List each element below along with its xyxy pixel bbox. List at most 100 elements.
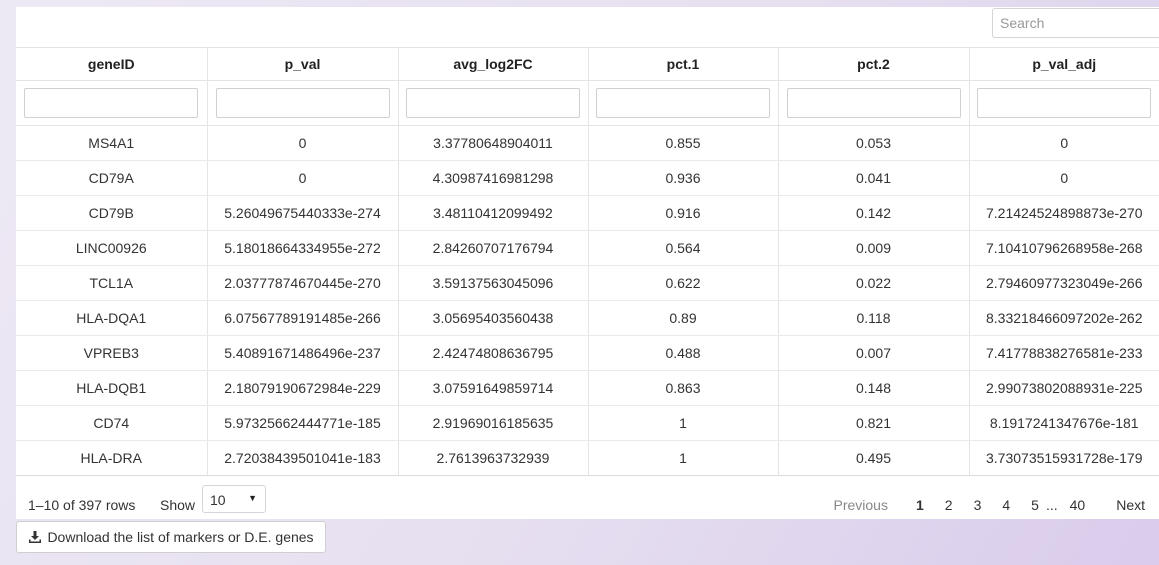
cell-geneid: CD74 xyxy=(16,405,208,441)
pagination-page-4[interactable]: 4 xyxy=(1002,497,1010,513)
table-row: CD79B 5.26049675440333e-274 3.4811041209… xyxy=(16,195,1159,231)
cell-avg-log2fc: 3.37780648904011 xyxy=(398,125,589,161)
markers-table-panel: geneID p_val avg_log2FC pct.1 pct.2 p_va… xyxy=(16,7,1159,519)
cell-pct-1: 1 xyxy=(588,405,779,441)
filter-input-pct-2[interactable] xyxy=(786,88,961,118)
cell-geneid: MS4A1 xyxy=(16,125,208,161)
filter-input-p-val[interactable] xyxy=(215,88,390,118)
rows-info: 1–10 of 397 rows xyxy=(28,497,136,513)
cell-p-val-adj: 2.99073802088931e-225 xyxy=(969,370,1159,406)
search-input[interactable] xyxy=(992,8,1159,38)
cell-p-val: 2.72038439501041e-183 xyxy=(207,440,399,476)
cell-p-val: 6.07567789191485e-266 xyxy=(207,300,399,336)
cell-pct-1: 0.855 xyxy=(588,125,779,161)
cell-p-val-adj: 0 xyxy=(969,160,1159,196)
table-row: HLA-DQA1 6.07567789191485e-266 3.0569540… xyxy=(16,300,1159,336)
column-header-pct-2[interactable]: pct.2 xyxy=(778,47,970,81)
cell-p-val: 0 xyxy=(207,160,399,196)
cell-p-val-adj: 0 xyxy=(969,125,1159,161)
cell-pct-1: 0.622 xyxy=(588,265,779,301)
table-body: MS4A1 0 3.37780648904011 0.855 0.053 0 C… xyxy=(16,125,1159,476)
cell-p-val: 0 xyxy=(207,125,399,161)
cell-geneid: VPREB3 xyxy=(16,335,208,371)
download-button-label: Download the list of markers or D.E. gen… xyxy=(47,529,314,545)
cell-pct-1: 0.488 xyxy=(588,335,779,371)
page-size-select[interactable]: 10 ▼ xyxy=(202,485,266,513)
page-size-value: 10 xyxy=(210,492,226,508)
column-header-avg-log2fc[interactable]: avg_log2FC xyxy=(398,47,589,81)
cell-avg-log2fc: 2.91969016185635 xyxy=(398,405,589,441)
table-row: LINC00926 5.18018664334955e-272 2.842607… xyxy=(16,230,1159,266)
cell-pct-2: 0.148 xyxy=(778,370,970,406)
cell-pct-1: 1 xyxy=(588,440,779,476)
cell-pct-2: 0.007 xyxy=(778,335,970,371)
cell-pct-2: 0.041 xyxy=(778,160,970,196)
cell-avg-log2fc: 3.59137563045096 xyxy=(398,265,589,301)
cell-p-val: 5.40891671486496e-237 xyxy=(207,335,399,371)
column-header-p-val-adj[interactable]: p_val_adj xyxy=(969,47,1159,81)
column-header-p-val[interactable]: p_val xyxy=(207,47,399,81)
download-icon xyxy=(29,531,42,543)
filter-input-pct-1[interactable] xyxy=(596,88,770,118)
cell-pct-2: 0.022 xyxy=(778,265,970,301)
cell-p-val-adj: 8.33218466097202e-262 xyxy=(969,300,1159,336)
pagination-page-3[interactable]: 3 xyxy=(974,497,982,513)
cell-avg-log2fc: 2.7613963732939 xyxy=(398,440,589,476)
table-row: TCL1A 2.03777874670445e-270 3.5913756304… xyxy=(16,265,1159,301)
cell-pct-2: 0.495 xyxy=(778,440,970,476)
table-footer: 1–10 of 397 rows Show 10 ▼ Previous 1 2 … xyxy=(16,483,1159,519)
cell-p-val: 5.26049675440333e-274 xyxy=(207,195,399,231)
cell-p-val-adj: 7.21424524898873e-270 xyxy=(969,195,1159,231)
cell-pct-1: 0.89 xyxy=(588,300,779,336)
show-label: Show xyxy=(160,497,196,513)
table-header-row: geneID p_val avg_log2FC pct.1 pct.2 p_va… xyxy=(16,47,1159,81)
cell-avg-log2fc: 3.07591649859714 xyxy=(398,370,589,406)
cell-avg-log2fc: 3.48110412099492 xyxy=(398,195,589,231)
column-header-pct-1[interactable]: pct.1 xyxy=(588,47,779,81)
table-filter-row xyxy=(16,80,1159,126)
cell-geneid: LINC00926 xyxy=(16,230,208,266)
pagination-page-last[interactable]: 40 xyxy=(1070,497,1086,513)
filter-input-p-val-adj[interactable] xyxy=(977,88,1152,118)
cell-p-val: 5.18018664334955e-272 xyxy=(207,230,399,266)
cell-avg-log2fc: 2.42474808636795 xyxy=(398,335,589,371)
cell-avg-log2fc: 2.84260707176794 xyxy=(398,230,589,266)
pagination-page-2[interactable]: 2 xyxy=(945,497,953,513)
table-row: CD74 5.97325662444771e-185 2.91969016185… xyxy=(16,405,1159,441)
cell-pct-2: 0.118 xyxy=(778,300,970,336)
cell-p-val: 2.18079190672984e-229 xyxy=(207,370,399,406)
pagination: Previous 1 2 3 4 5 ... 40 Next xyxy=(834,497,1146,513)
cell-avg-log2fc: 4.30987416981298 xyxy=(398,160,589,196)
cell-avg-log2fc: 3.05695403560438 xyxy=(398,300,589,336)
cell-geneid: TCL1A xyxy=(16,265,208,301)
pagination-page-1[interactable]: 1 xyxy=(916,497,924,513)
pagination-page-5[interactable]: 5 xyxy=(1031,497,1039,513)
cell-pct-2: 0.053 xyxy=(778,125,970,161)
cell-pct-2: 0.821 xyxy=(778,405,970,441)
table-row: HLA-DQB1 2.18079190672984e-229 3.0759164… xyxy=(16,370,1159,406)
pagination-previous[interactable]: Previous xyxy=(834,497,888,513)
caret-down-icon: ▼ xyxy=(248,493,257,503)
cell-geneid: HLA-DRA xyxy=(16,440,208,476)
cell-pct-2: 0.142 xyxy=(778,195,970,231)
cell-p-val: 5.97325662444771e-185 xyxy=(207,405,399,441)
column-header-geneid[interactable]: geneID xyxy=(16,47,208,81)
cell-pct-1: 0.936 xyxy=(588,160,779,196)
cell-p-val: 2.03777874670445e-270 xyxy=(207,265,399,301)
markers-table: geneID p_val avg_log2FC pct.1 pct.2 p_va… xyxy=(16,47,1159,476)
cell-p-val-adj: 8.1917241347676e-181 xyxy=(969,405,1159,441)
cell-geneid: CD79A xyxy=(16,160,208,196)
filter-input-geneid[interactable] xyxy=(24,88,199,118)
cell-geneid: HLA-DQB1 xyxy=(16,370,208,406)
cell-geneid: CD79B xyxy=(16,195,208,231)
table-row: HLA-DRA 2.72038439501041e-183 2.76139637… xyxy=(16,440,1159,476)
cell-pct-1: 0.863 xyxy=(588,370,779,406)
filter-input-avg-log2fc[interactable] xyxy=(406,88,580,118)
cell-pct-2: 0.009 xyxy=(778,230,970,266)
download-markers-button[interactable]: Download the list of markers or D.E. gen… xyxy=(16,521,326,553)
table-row: MS4A1 0 3.37780648904011 0.855 0.053 0 xyxy=(16,125,1159,161)
pagination-ellipsis: ... xyxy=(1045,497,1058,513)
cell-geneid: HLA-DQA1 xyxy=(16,300,208,336)
cell-p-val-adj: 7.10410796268958e-268 xyxy=(969,230,1159,266)
pagination-next[interactable]: Next xyxy=(1116,497,1145,513)
